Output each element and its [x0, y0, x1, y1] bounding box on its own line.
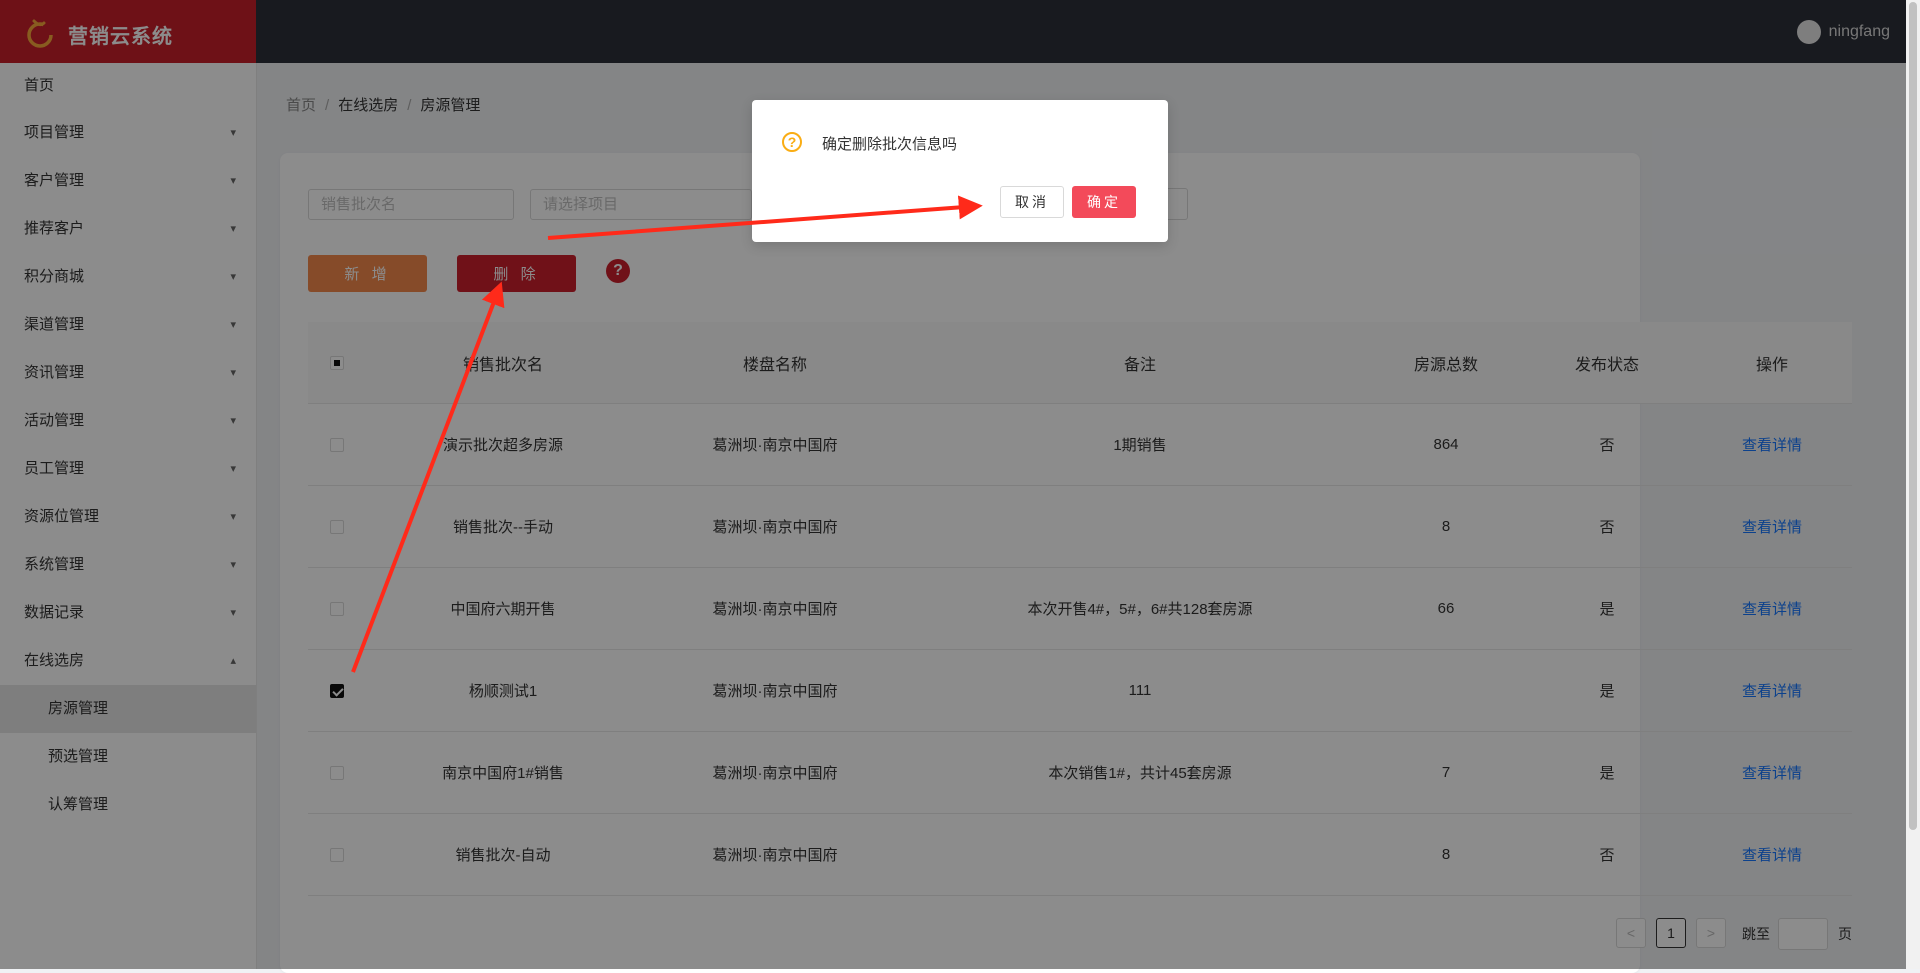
dialog-message: 确定删除批次信息吗: [822, 136, 958, 153]
confirm-dialog: ? 确定删除批次信息吗 取消 确定: [752, 100, 1168, 242]
question-icon: ?: [782, 132, 802, 152]
scrollbar-thumb[interactable]: [1909, 2, 1917, 830]
page-scrollbar[interactable]: [1906, 0, 1920, 969]
confirm-button[interactable]: 确定: [1072, 186, 1136, 218]
cancel-button[interactable]: 取消: [1000, 186, 1064, 218]
